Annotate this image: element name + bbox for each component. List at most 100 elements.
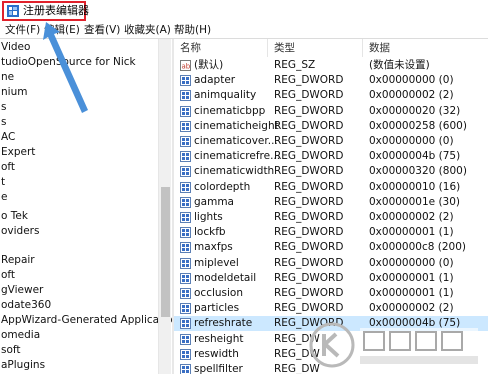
value-data: 0x00000010 (16) bbox=[369, 180, 461, 193]
value-type: REG_DWORD bbox=[274, 89, 344, 102]
tree-item[interactable]: Repair bbox=[1, 253, 35, 268]
value-data: 0x00000258 (600) bbox=[369, 119, 467, 132]
value-row[interactable]: gamma REG_DWORD 0x0000001e (30) bbox=[174, 195, 488, 210]
tree-item[interactable]: Expert bbox=[1, 145, 35, 160]
column-separator[interactable] bbox=[362, 39, 363, 57]
value-row[interactable]: cinematicwidth REG_DWORD 0x00000320 (800) bbox=[174, 164, 488, 179]
value-row[interactable]: miplevel REG_DWORD 0x00000000 (0) bbox=[174, 256, 488, 271]
binary-value-icon bbox=[180, 348, 191, 360]
binary-value-icon bbox=[180, 257, 191, 269]
value-row-selected[interactable]: refreshrate REG_DWORD 0x0000004b (75) bbox=[174, 316, 488, 332]
value-name: cinematicwidth bbox=[194, 165, 275, 178]
value-data: 0x00000001 (1) bbox=[369, 287, 454, 299]
binary-value-icon bbox=[180, 303, 191, 315]
value-data: (数值未设置) bbox=[369, 59, 430, 71]
value-type: REG_DWORD bbox=[274, 271, 344, 284]
key-tree: Video tudioOpenSource for Nick ne nium s… bbox=[0, 39, 172, 374]
tree-item[interactable]: oviders bbox=[1, 224, 39, 239]
tree-item[interactable]: e bbox=[1, 190, 7, 205]
tree-item[interactable]: s bbox=[1, 100, 6, 115]
menu-view[interactable]: 查看(V) bbox=[84, 24, 120, 37]
value-data: 0x0000004b (75) bbox=[369, 317, 461, 330]
value-row[interactable]: particles REG_DWORD 0x00000002 (2) bbox=[174, 301, 488, 316]
value-type: REG_DWORD bbox=[274, 226, 344, 239]
value-type: REG_DWORD bbox=[274, 287, 344, 299]
value-data: 0x00000002 (2) bbox=[369, 211, 454, 223]
tree-item[interactable]: gViewer bbox=[1, 283, 43, 298]
menu-favorites[interactable]: 收藏夹(A) bbox=[124, 24, 171, 37]
tree-item[interactable]: AppWizard-Generated Applicatio bbox=[1, 313, 172, 328]
value-row[interactable]: resheight REG_DW bbox=[174, 332, 488, 347]
binary-value-icon bbox=[180, 212, 191, 223]
value-data: 0x00000000 (0) bbox=[369, 256, 454, 269]
value-row[interactable]: animquality REG_DWORD 0x00000002 (2) bbox=[174, 88, 488, 103]
binary-value-icon bbox=[180, 90, 191, 102]
value-row[interactable]: cinematicbpp REG_DWORD 0x00000020 (32) bbox=[174, 104, 488, 119]
tree-scroll-thumb[interactable] bbox=[161, 187, 170, 317]
value-row[interactable]: occlusion REG_DWORD 0x00000001 (1) bbox=[174, 286, 488, 301]
binary-value-icon bbox=[180, 136, 191, 147]
value-row[interactable]: lights REG_DWORD 0x00000002 (2) bbox=[174, 210, 488, 225]
tree-item[interactable]: nium bbox=[1, 85, 27, 100]
tree-item[interactable]: odate360 bbox=[1, 298, 51, 313]
menu-file[interactable]: 文件(F) bbox=[5, 24, 40, 37]
value-row[interactable]: cinematicheight REG_DWORD 0x00000258 (600) bbox=[174, 119, 488, 134]
value-row[interactable]: reswidth REG_DW bbox=[174, 347, 488, 362]
tree-item[interactable]: ne bbox=[1, 70, 14, 85]
tree-item[interactable]: t bbox=[1, 175, 5, 190]
menu-help[interactable]: 帮助(H) bbox=[174, 24, 211, 37]
binary-value-icon bbox=[180, 288, 191, 299]
tree-item[interactable]: tudioOpenSource for Nick bbox=[1, 55, 136, 70]
value-type: REG_DWORD bbox=[274, 180, 344, 193]
tree-item[interactable]: AC bbox=[1, 130, 15, 145]
value-row[interactable]: lockfb REG_DWORD 0x00000001 (1) bbox=[174, 225, 488, 240]
column-separator[interactable] bbox=[267, 39, 268, 57]
tree-item[interactable]: soft bbox=[1, 343, 21, 358]
value-type: REG_DW bbox=[274, 363, 320, 374]
column-header-data[interactable]: 数据 bbox=[369, 41, 390, 56]
column-header-type[interactable]: 类型 bbox=[274, 41, 295, 56]
value-data: 0x00000002 (2) bbox=[369, 89, 454, 102]
value-type: REG_DWORD bbox=[274, 302, 344, 315]
tree-item[interactable]: omedia bbox=[1, 328, 40, 343]
tree-item[interactable]: oft bbox=[1, 268, 15, 283]
value-type: REG_DW bbox=[274, 332, 320, 345]
tree-item[interactable]: oft bbox=[1, 160, 15, 175]
value-row[interactable]: maxfps REG_DWORD 0x000000c8 (200) bbox=[174, 240, 488, 255]
value-row[interactable]: adapter REG_DWORD 0x00000000 (0) bbox=[174, 73, 488, 88]
tree-item[interactable]: aPlugins bbox=[1, 358, 45, 373]
tree-vertical-scrollbar[interactable] bbox=[158, 39, 171, 374]
title-bar: 注册表编辑器 bbox=[0, 0, 488, 22]
value-type: REG_DWORD bbox=[274, 74, 344, 87]
value-data: 0x0000004b (75) bbox=[369, 150, 461, 163]
value-name: resheight bbox=[194, 332, 244, 345]
value-name: cinematicheight bbox=[194, 119, 279, 132]
value-name: lights bbox=[194, 211, 223, 223]
value-data: 0x00000000 (0) bbox=[369, 74, 454, 87]
value-type: REG_DWORD bbox=[274, 119, 344, 132]
value-list: 名称 类型 数据 ab (默认) REG_SZ (数值未设置) adapter REG_D… bbox=[174, 39, 488, 374]
value-row[interactable]: cinematicrefre... REG_DWORD 0x0000004b (75… bbox=[174, 149, 488, 164]
value-type: REG_SZ bbox=[274, 59, 316, 71]
value-name: miplevel bbox=[194, 256, 239, 269]
tree-item[interactable]: o Tek bbox=[1, 209, 28, 224]
binary-value-icon bbox=[180, 272, 191, 284]
value-type: REG_DWORD bbox=[274, 150, 344, 163]
value-type: REG_DWORD bbox=[274, 211, 344, 223]
column-header-name[interactable]: 名称 bbox=[180, 41, 201, 56]
value-row[interactable]: modeldetail REG_DWORD 0x00000001 (1) bbox=[174, 271, 488, 286]
value-type: REG_DWORD bbox=[274, 317, 344, 330]
tree-item[interactable]: s bbox=[1, 115, 6, 130]
value-name: cinematicrefre... bbox=[194, 150, 281, 163]
binary-value-icon bbox=[180, 120, 191, 132]
value-name: refreshrate bbox=[194, 317, 253, 330]
binary-value-icon bbox=[180, 364, 191, 374]
tree-item[interactable]: Video bbox=[1, 40, 30, 55]
value-row[interactable]: ab (默认) REG_SZ (数值未设置) bbox=[174, 58, 488, 73]
value-type: REG_DWORD bbox=[274, 135, 344, 147]
value-row[interactable]: spellfilter REG_DW bbox=[174, 362, 488, 374]
value-type: REG_DWORD bbox=[274, 195, 344, 208]
value-row[interactable]: colordepth REG_DWORD 0x00000010 (16) bbox=[174, 180, 488, 195]
menu-edit[interactable]: 编辑(E) bbox=[44, 24, 80, 37]
value-row[interactable]: cinematicover... REG_DWORD 0x00000000 (0) bbox=[174, 134, 488, 149]
